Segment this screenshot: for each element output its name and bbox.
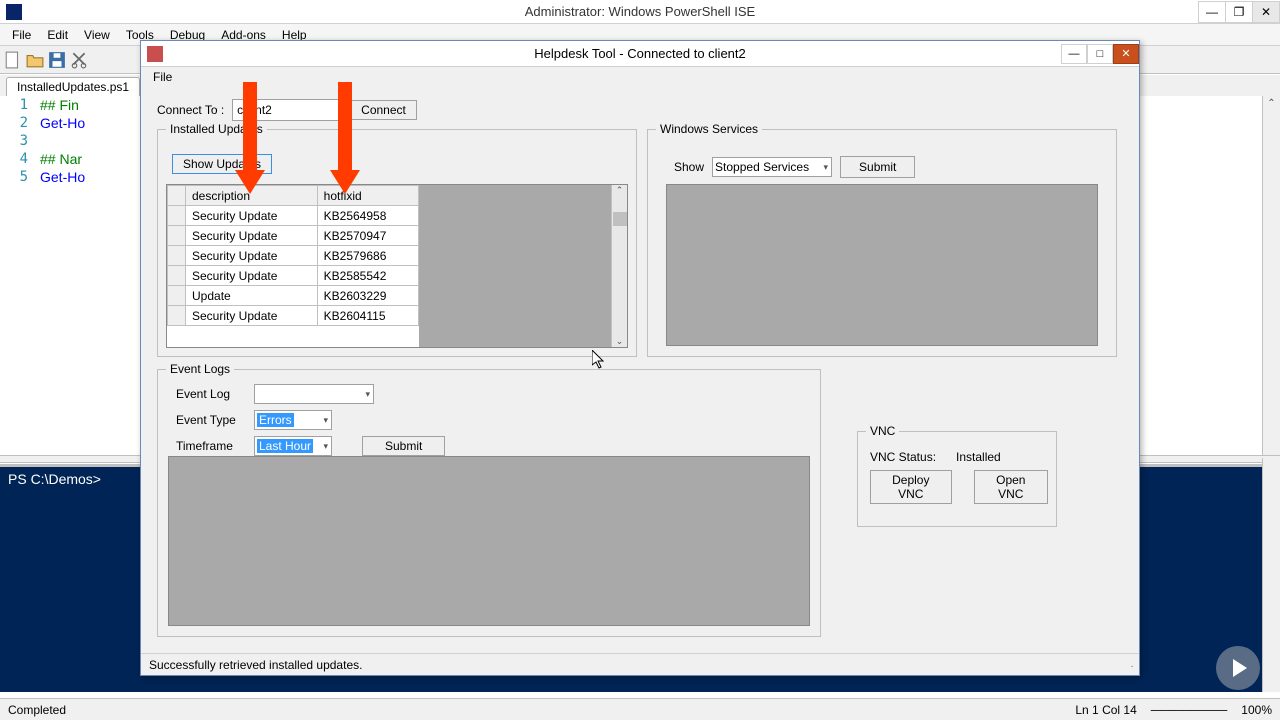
dialog-titlebar[interactable]: Helpdesk Tool - Connected to client2 — □… [141, 41, 1139, 67]
table-row: Security UpdateKB2579686 [168, 246, 419, 266]
status-text: Completed [8, 703, 66, 717]
play-overlay-icon[interactable] [1216, 646, 1260, 690]
open-file-icon[interactable] [26, 51, 44, 69]
connect-to-label: Connect To : [157, 103, 224, 117]
cut-icon[interactable] [70, 51, 88, 69]
ise-statusbar: Completed Ln 1 Col 14 ───────── 100% [0, 698, 1280, 720]
table-row: Security UpdateKB2604115 [168, 306, 419, 326]
caret-position: Ln 1 Col 14 [1075, 703, 1136, 717]
services-filter-select[interactable]: Stopped Services [712, 157, 832, 177]
windows-services-group: Windows Services Show Stopped Services S… [647, 129, 1117, 357]
dialog-menubar: File [141, 67, 1139, 87]
dialog-minimize-button[interactable]: — [1061, 44, 1087, 64]
new-file-icon[interactable] [4, 51, 22, 69]
deploy-vnc-button[interactable]: Deploy VNC [870, 470, 952, 504]
open-vnc-button[interactable]: Open VNC [974, 470, 1048, 504]
vnc-status-label: VNC Status: [870, 450, 936, 464]
dialog-status-text: Successfully retrieved installed updates… [149, 658, 362, 672]
dialog-app-icon [147, 46, 163, 62]
editor-gutter: 1 2 3 4 5 [0, 96, 36, 186]
vnc-group: VNC VNC Status: Installed Deploy VNC Ope… [857, 431, 1057, 527]
timeframe-select[interactable]: Last Hour [254, 436, 332, 456]
updates-grid[interactable]: description hotfixid Security UpdateKB25… [166, 184, 628, 348]
event-logs-legend: Event Logs [166, 362, 234, 376]
eventlogs-submit-button[interactable]: Submit [362, 436, 445, 456]
save-icon[interactable] [48, 51, 66, 69]
ise-app-icon [6, 4, 22, 20]
event-type-select[interactable]: Errors [254, 410, 332, 430]
dialog-maximize-button[interactable]: □ [1087, 44, 1113, 64]
vnc-status-value: Installed [956, 450, 1001, 464]
editor-content[interactable]: ## Fin Get-Ho ## Nar Get-Ho [40, 96, 85, 186]
event-logs-grid[interactable] [168, 456, 810, 626]
helpdesk-dialog: Helpdesk Tool - Connected to client2 — □… [140, 40, 1140, 676]
menu-edit[interactable]: Edit [39, 26, 76, 44]
connect-button[interactable]: Connect [350, 100, 417, 120]
dialog-statusbar: Successfully retrieved installed updates… [141, 653, 1139, 675]
ise-title: Administrator: Windows PowerShell ISE [525, 4, 755, 19]
table-row: UpdateKB2603229 [168, 286, 419, 306]
event-type-label: Event Type [176, 413, 246, 427]
annotation-arrow-2 [330, 82, 360, 194]
table-row: Security UpdateKB2570947 [168, 226, 419, 246]
annotation-arrow-1 [235, 82, 265, 194]
ise-minimize-button[interactable]: — [1198, 1, 1226, 23]
dialog-title: Helpdesk Tool - Connected to client2 [534, 46, 746, 61]
dialog-close-button[interactable]: ✕ [1113, 44, 1139, 64]
services-grid[interactable] [666, 184, 1098, 346]
event-logs-group: Event Logs Event Log Event Type Errors T… [157, 369, 821, 637]
dialog-menu-file[interactable]: File [153, 70, 172, 84]
menu-view[interactable]: View [76, 26, 118, 44]
vnc-legend: VNC [866, 424, 899, 438]
ise-maximize-button[interactable]: ❐ [1225, 1, 1253, 23]
updates-grid-scrollbar[interactable]: ⌃⌄ [611, 185, 627, 347]
menu-file[interactable]: File [4, 26, 39, 44]
grid-corner [168, 186, 186, 206]
event-log-select[interactable] [254, 384, 374, 404]
zoom-level: 100% [1241, 703, 1272, 717]
ise-close-button[interactable]: ✕ [1252, 1, 1280, 23]
table-row: Security UpdateKB2564958 [168, 206, 419, 226]
event-log-label: Event Log [176, 387, 246, 401]
services-show-label: Show [674, 160, 704, 174]
console-scrollbar[interactable] [1262, 458, 1280, 692]
services-submit-button[interactable]: Submit [840, 156, 915, 178]
console-prompt: PS C:\Demos> [8, 471, 101, 487]
editor-scrollbar[interactable]: ⌃ [1262, 96, 1280, 458]
editor-tab[interactable]: InstalledUpdates.ps1 [6, 77, 140, 96]
windows-services-legend: Windows Services [656, 122, 762, 136]
installed-updates-group: Installed Updates Show Updates descripti… [157, 129, 637, 357]
table-row: Security UpdateKB2585542 [168, 266, 419, 286]
timeframe-label: Timeframe [176, 439, 246, 453]
ise-titlebar: Administrator: Windows PowerShell ISE — … [0, 0, 1280, 24]
